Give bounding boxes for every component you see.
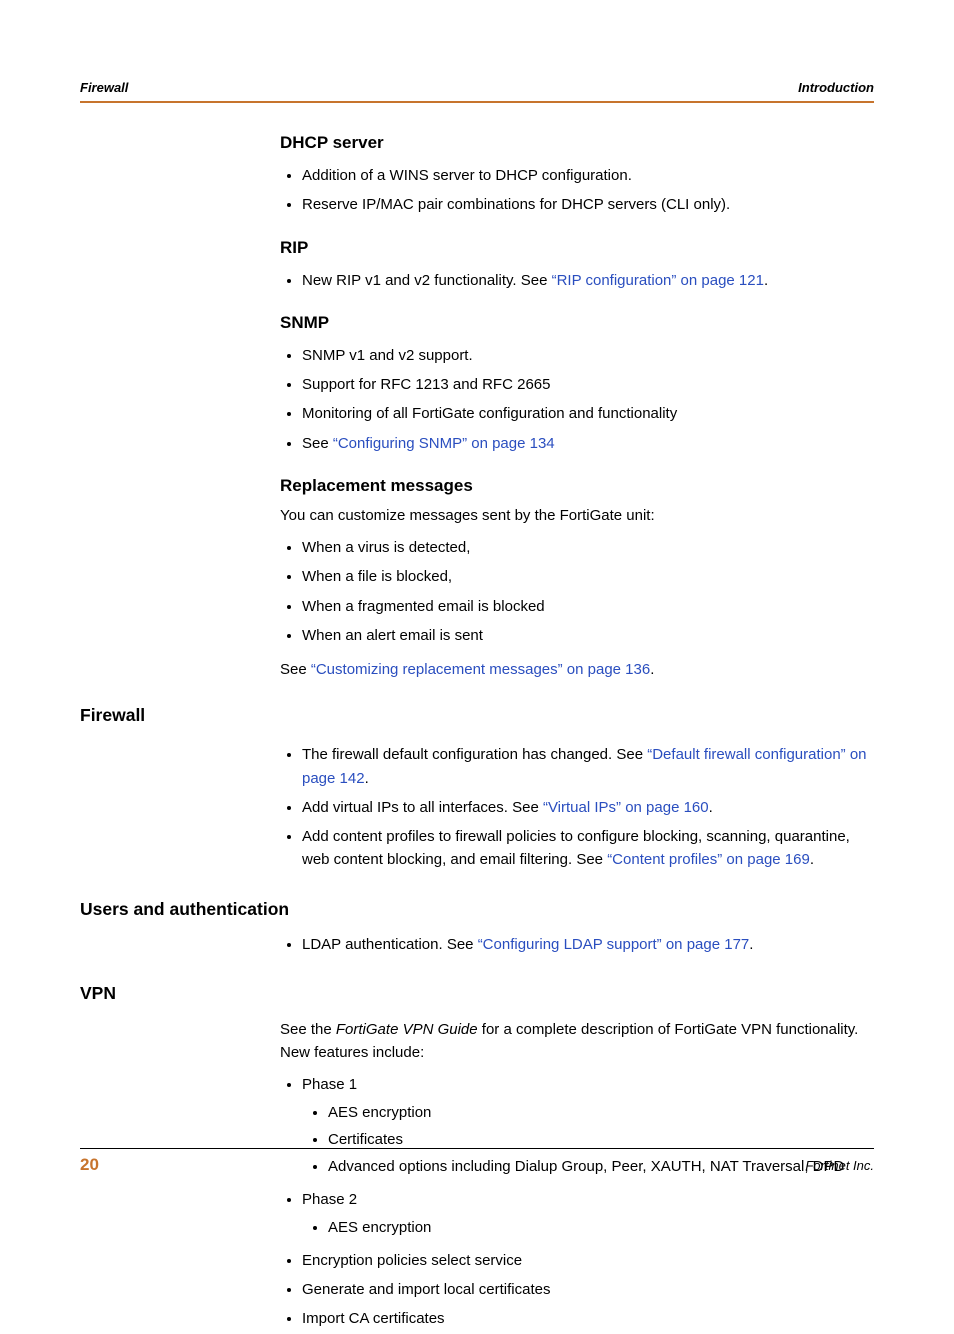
page-footer: 20 Fortinet Inc. xyxy=(80,1148,874,1175)
list-item: AES encryption xyxy=(328,1214,874,1241)
heading-users: Users and authentication xyxy=(80,899,874,920)
xref-link[interactable]: “RIP configuration” on page 121 xyxy=(552,272,764,289)
text: See xyxy=(280,661,311,678)
heading-dhcp: DHCP server xyxy=(280,133,874,153)
heading-vpn: VPN xyxy=(80,983,874,1004)
paragraph: See “Customizing replacement messages” o… xyxy=(280,658,874,681)
list-item: Reserve IP/MAC pair combinations for DHC… xyxy=(302,190,874,219)
paragraph: You can customize messages sent by the F… xyxy=(280,504,874,527)
list-item: See “Configuring SNMP” on page 134 xyxy=(302,429,874,458)
list-item: Add content profiles to firewall policie… xyxy=(302,822,874,875)
list-item: Support for RFC 1213 and RFC 2665 xyxy=(302,370,874,399)
text: . xyxy=(764,272,768,289)
list-dhcp: Addition of a WINS server to DHCP config… xyxy=(280,161,874,220)
heading-replacement: Replacement messages xyxy=(280,476,874,496)
text: LDAP authentication. See xyxy=(302,936,478,953)
text: The firewall default configuration has c… xyxy=(302,746,647,763)
heading-snmp: SNMP xyxy=(280,313,874,333)
list-item: When an alert email is sent xyxy=(302,621,874,650)
page-container: Firewall Introduction DHCP server Additi… xyxy=(0,0,954,1235)
text: . xyxy=(810,851,814,868)
heading-rip: RIP xyxy=(280,238,874,258)
list-item: Generate and import local certificates xyxy=(302,1275,874,1304)
list-rip: New RIP v1 and v2 functionality. See “RI… xyxy=(280,266,874,295)
list-item: AES encryption xyxy=(328,1099,874,1126)
text: Add virtual IPs to all interfaces. See xyxy=(302,799,543,816)
xref-link[interactable]: “Content profiles” on page 169 xyxy=(607,851,810,868)
list-item: When a file is blocked, xyxy=(302,562,874,591)
publisher-name: Fortinet Inc. xyxy=(805,1158,874,1173)
list-item: Add virtual IPs to all interfaces. See “… xyxy=(302,793,874,822)
list-item: SNMP v1 and v2 support. xyxy=(302,341,874,370)
header-left: Firewall xyxy=(80,80,128,95)
header-right: Introduction xyxy=(798,80,874,95)
sublist-phase2: AES encryption xyxy=(302,1214,874,1241)
text-emphasis: FortiGate VPN Guide xyxy=(336,1021,478,1038)
page-number: 20 xyxy=(80,1155,99,1175)
text: . xyxy=(650,661,654,678)
list-item: Phase 2 AES encryption xyxy=(302,1185,874,1246)
list-item: New RIP v1 and v2 functionality. See “RI… xyxy=(302,266,874,295)
text: . xyxy=(749,936,753,953)
text: See xyxy=(302,435,333,452)
list-users: LDAP authentication. See “Configuring LD… xyxy=(280,930,874,959)
text: See the xyxy=(280,1021,336,1038)
list-vpn: Phase 1 AES encryption Certificates Adva… xyxy=(280,1070,874,1333)
xref-link[interactable]: “Customizing replacement messages” on pa… xyxy=(311,661,650,678)
list-item: Import CA certificates xyxy=(302,1304,874,1333)
list-firewall: The firewall default configuration has c… xyxy=(280,740,874,874)
list-item: Monitoring of all FortiGate configuratio… xyxy=(302,399,874,428)
xref-link[interactable]: “Configuring LDAP support” on page 177 xyxy=(478,936,750,953)
running-header: Firewall Introduction xyxy=(80,80,874,103)
text: . xyxy=(365,770,369,787)
heading-firewall: Firewall xyxy=(80,705,874,726)
list-snmp: SNMP v1 and v2 support. Support for RFC … xyxy=(280,341,874,458)
list-item: LDAP authentication. See “Configuring LD… xyxy=(302,930,874,959)
text: New RIP v1 and v2 functionality. See xyxy=(302,272,552,289)
list-replacement: When a virus is detected, When a file is… xyxy=(280,533,874,650)
text: Phase 2 xyxy=(302,1191,357,1208)
list-item: The firewall default configuration has c… xyxy=(302,740,874,793)
list-item: When a fragmented email is blocked xyxy=(302,592,874,621)
text: . xyxy=(709,799,713,816)
text: Phase 1 xyxy=(302,1076,357,1093)
paragraph: See the FortiGate VPN Guide for a comple… xyxy=(280,1018,874,1065)
list-item: Encryption policies select service xyxy=(302,1246,874,1275)
xref-link[interactable]: “Configuring SNMP” on page 134 xyxy=(333,435,555,452)
xref-link[interactable]: “Virtual IPs” on page 160 xyxy=(543,799,709,816)
list-item: Addition of a WINS server to DHCP config… xyxy=(302,161,874,190)
list-item: When a virus is detected, xyxy=(302,533,874,562)
